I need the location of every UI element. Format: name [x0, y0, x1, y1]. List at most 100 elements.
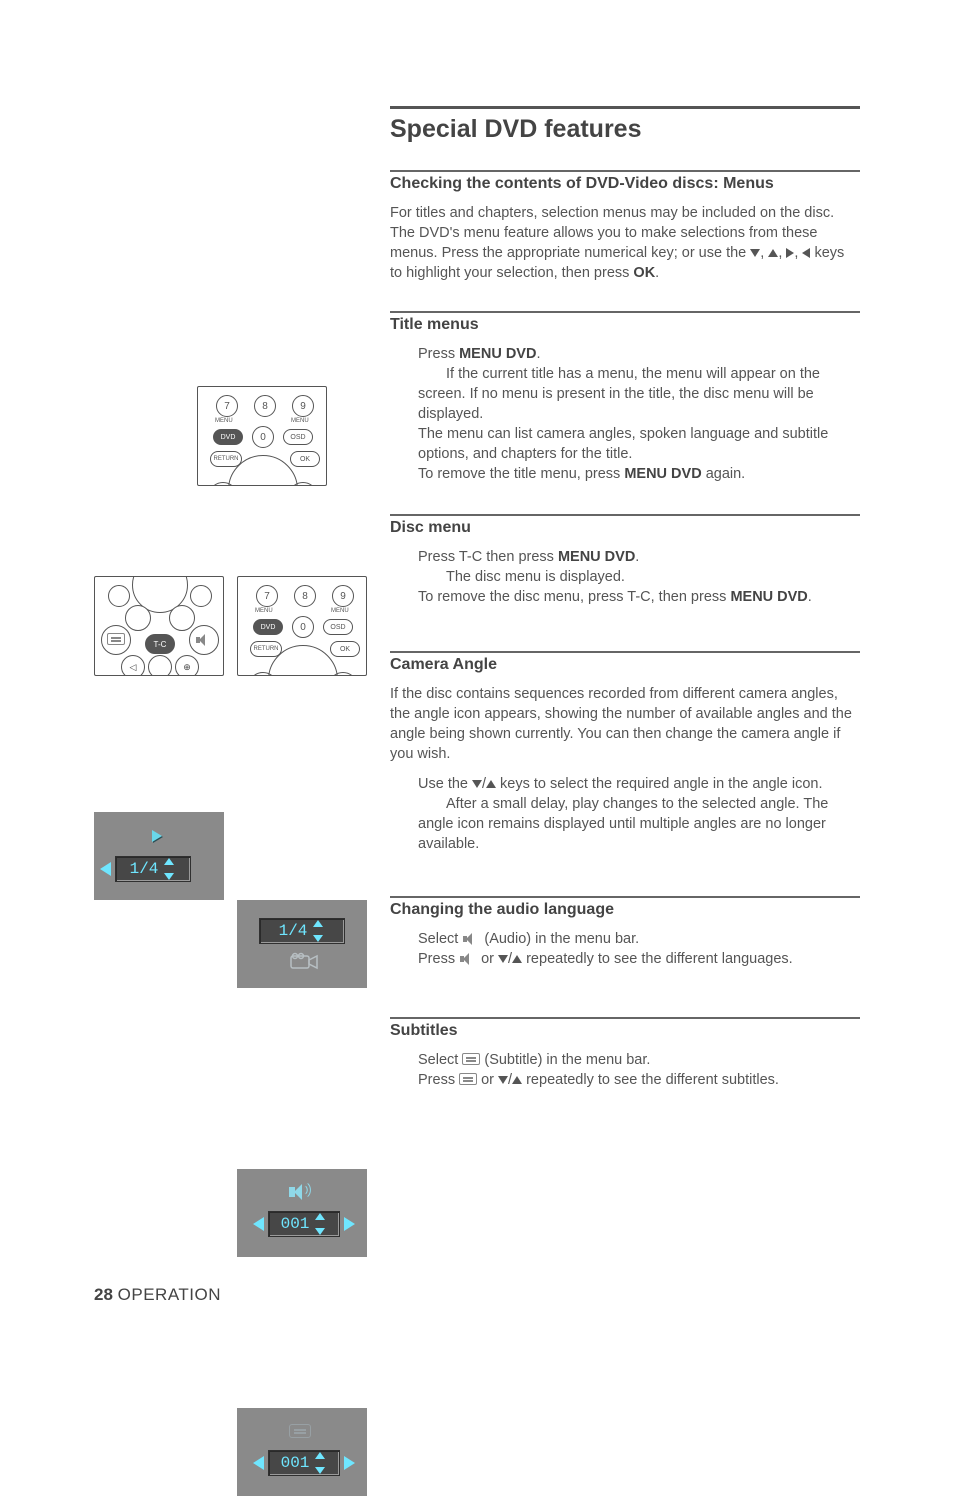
t: repeatedly to see the different subtitle…: [522, 1072, 779, 1088]
subtitle-icon: [462, 1053, 480, 1065]
angle-value-box: 1/4: [115, 856, 191, 882]
up-arrow-icon: [512, 955, 522, 963]
key-9: 9: [292, 395, 314, 417]
subtitle-icon: [459, 1073, 477, 1085]
title-menus-block: Press MENU DVD. If the current title has…: [390, 344, 860, 484]
t: .: [536, 346, 540, 362]
remote-box: 7 8 9 MENU MENU DVD 0 OSD RETURN OK: [197, 386, 327, 486]
osd-audio-value: 001: [281, 1215, 310, 1233]
key-7b: 7: [256, 585, 278, 607]
osd-angle-big: 1/4: [279, 922, 308, 940]
arrow-right-icon: [344, 1456, 355, 1470]
gc-mid: [148, 655, 172, 676]
menu-dvd-label: MENU DVD: [624, 466, 701, 482]
ok-label: OK: [633, 265, 655, 281]
illus-remote-title-menus: 7 8 9 MENU MENU DVD 0 OSD RETURN OK: [197, 386, 327, 486]
sub-l2: Press or / repeatedly to see the differe…: [418, 1070, 860, 1090]
heading-disc-menu: Disc menu: [390, 514, 860, 537]
t: To remove the title menu, press: [418, 466, 624, 482]
audio-icon: [196, 634, 212, 646]
up-arrow-icon: [768, 249, 778, 257]
disc-menu-block: Press T-C then press MENU DVD. The disc …: [390, 547, 860, 607]
play-icon: [152, 830, 162, 842]
t: Press: [418, 346, 459, 362]
dm-l2: The disc menu is displayed.: [418, 567, 860, 587]
section-subtitles: Subtitles Select (Subtitle) in the menu …: [390, 1017, 860, 1090]
gc1: [108, 585, 130, 607]
key-dvd-b: DVD: [253, 619, 283, 635]
gc-audio: [189, 625, 219, 655]
camera-l2: After a small delay, play changes to the…: [418, 794, 860, 854]
arrow-right-icon: [344, 1217, 355, 1231]
checking-p1: For titles and chapters, selection menus…: [390, 203, 860, 283]
heading-camera: Camera Angle: [390, 651, 860, 674]
t: Select: [418, 931, 462, 947]
heading-subtitles: Subtitles: [390, 1017, 860, 1040]
label-menu-l2: MENU: [255, 608, 273, 614]
t: To remove the disc menu, press T-C, then…: [418, 589, 730, 605]
angle-big-box: 1/4: [259, 918, 345, 944]
t: or: [477, 951, 498, 967]
menu-dvd-label: MENU DVD: [459, 346, 536, 362]
title-rule: [390, 106, 860, 109]
camera-block: Use the / keys to select the required an…: [390, 774, 860, 854]
gc-left: ◁: [121, 655, 145, 676]
key-0b: 0: [292, 616, 314, 638]
content-column: Checking the contents of DVD-Video discs…: [390, 170, 860, 1114]
ghost-remote: T-C ◁ ⊕: [94, 576, 224, 676]
key-8: 8: [254, 395, 276, 417]
audio-l2: Press or / repeatedly to see the differe…: [418, 949, 860, 969]
t: .: [635, 549, 639, 565]
audio-icon: [460, 953, 476, 965]
osd-sub-value: 001: [281, 1454, 310, 1472]
osd-camera-big: 1/4: [237, 900, 367, 988]
osd-angle-small: 1/4: [130, 860, 159, 878]
page-section-label: OPERATION: [118, 1285, 221, 1304]
page-number: 28: [94, 1285, 113, 1304]
osd-subtitles: 001: [237, 1408, 367, 1496]
t: repeatedly to see the different language…: [522, 951, 793, 967]
key-7: 7: [216, 395, 238, 417]
page-title: Special DVD features: [390, 115, 642, 144]
down-arrow-icon: [472, 780, 482, 788]
updown-icon: [162, 858, 176, 880]
audio-icon-osd: [289, 1183, 311, 1201]
key-tc: T-C: [145, 634, 175, 654]
audio-icon: [463, 933, 479, 945]
subtitles-block: Select (Subtitle) in the menu bar. Press…: [390, 1050, 860, 1090]
audio-block: Select (Audio) in the menu bar. Press or…: [390, 929, 860, 969]
label-menu-r: MENU: [291, 418, 309, 424]
down-arrow-icon: [498, 955, 508, 963]
camera-l1: Use the / keys to select the required an…: [418, 774, 860, 794]
arrow-left-icon: [100, 862, 111, 876]
audio-l1: Select (Audio) in the menu bar.: [418, 929, 860, 949]
gc-zoom: ⊕: [175, 655, 199, 676]
dm-l3: To remove the disc menu, press T-C, then…: [418, 587, 860, 607]
osd-audio: 001: [237, 1169, 367, 1257]
section-checking: Checking the contents of DVD-Video discs…: [390, 170, 860, 283]
sub-l1: Select (Subtitle) in the menu bar.: [418, 1050, 860, 1070]
footer: 28 OPERATION: [94, 1285, 221, 1305]
updown-icon-c: [313, 1213, 327, 1235]
section-camera: Camera Angle If the disc contains sequen…: [390, 651, 860, 854]
updown-icon-b: [311, 920, 325, 942]
audio-value-box: 001: [268, 1211, 340, 1237]
section-title-menus: Title menus Press MENU DVD. If the curre…: [390, 311, 860, 484]
down-arrow-icon: [750, 249, 760, 257]
heading-title-menus: Title menus: [390, 311, 860, 334]
key-8b: 8: [294, 585, 316, 607]
t: again.: [702, 466, 746, 482]
key-osd: OSD: [283, 429, 313, 445]
t: (Audio) in the menu bar.: [480, 931, 639, 947]
right-arrow-icon: [786, 248, 794, 258]
illus-remote-disc-left: T-C ◁ ⊕: [94, 576, 224, 676]
t: Select: [418, 1052, 462, 1068]
page: Special DVD features 7 8 9 MENU MENU DVD…: [0, 0, 954, 1351]
subtitle-icon: [107, 633, 125, 645]
camera-p1: If the disc contains sequences recorded …: [390, 684, 860, 764]
illus-remote-disc-right: 7 8 9 MENU MENU DVD 0 OSD RETURN OK: [237, 576, 367, 676]
key-0: 0: [252, 426, 274, 448]
down-arrow-icon: [498, 1076, 508, 1084]
gc4: [169, 605, 195, 631]
key-ok-b: OK: [330, 641, 360, 657]
